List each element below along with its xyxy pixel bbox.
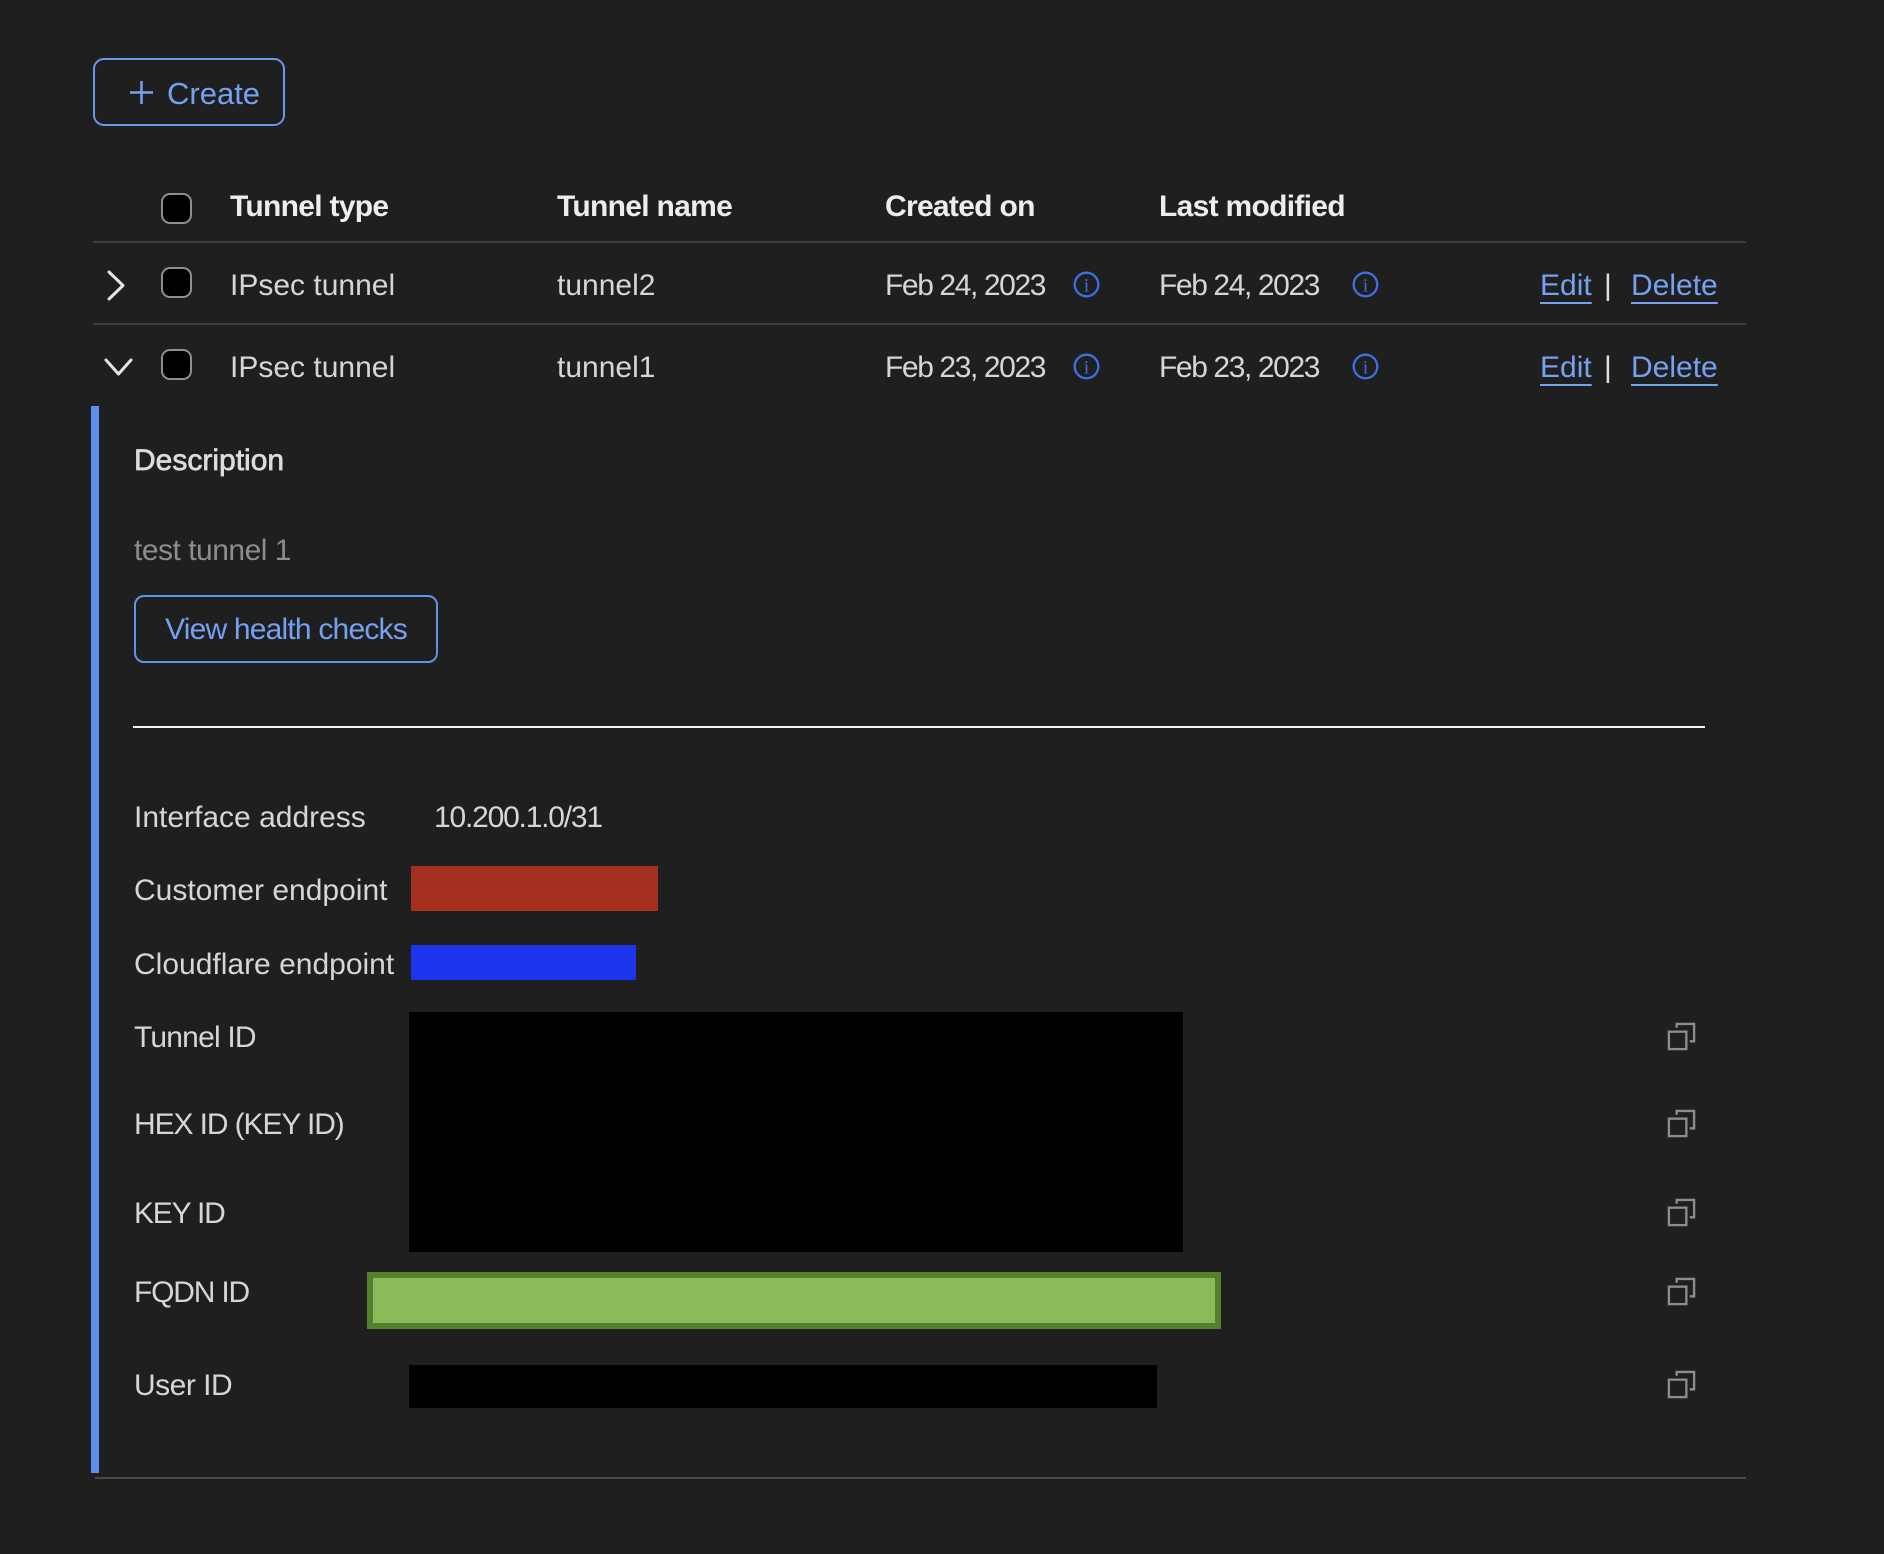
svg-text:i: i bbox=[1363, 358, 1368, 379]
svg-text:i: i bbox=[1084, 276, 1089, 297]
svg-text:i: i bbox=[1363, 276, 1368, 297]
svg-text:i: i bbox=[1084, 358, 1089, 379]
